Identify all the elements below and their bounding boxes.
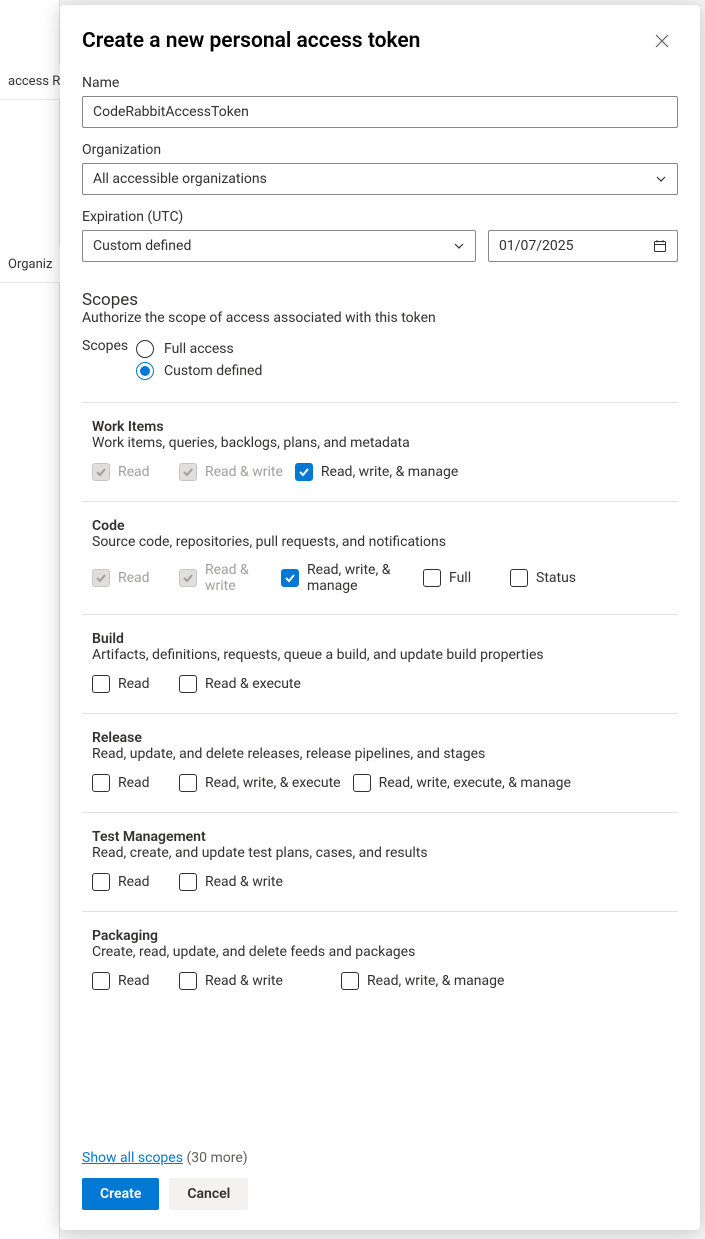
scope-group-work-items: Work Items Work items, queries, backlogs…: [82, 402, 678, 502]
scope-desc: Read, update, and delete releases, relea…: [92, 746, 668, 762]
option-label: Read: [118, 874, 150, 890]
checkbox-workitems-rw: [179, 463, 197, 481]
checkbox-test-rw[interactable]: [179, 873, 197, 891]
organization-label: Organization: [82, 142, 678, 158]
name-field-group: Name: [82, 75, 678, 128]
option-label: Read: [118, 676, 150, 692]
expiration-label: Expiration (UTC): [82, 209, 678, 225]
radio-full-access-label: Full access: [164, 341, 234, 357]
checkbox-workitems-rwm[interactable]: [295, 463, 313, 481]
create-token-modal: Create a new personal access token Name …: [60, 5, 700, 1230]
modal-title: Create a new personal access token: [82, 29, 420, 53]
show-all-scopes-link[interactable]: Show all scopes: [82, 1150, 183, 1166]
checkbox-test-read[interactable]: [92, 873, 110, 891]
scope-list: Work Items Work items, queries, backlogs…: [82, 402, 678, 1010]
radio-custom-defined-label: Custom defined: [164, 363, 262, 379]
checkbox-workitems-read: [92, 463, 110, 481]
option-label: Read & write: [205, 874, 283, 890]
scope-group-release: Release Read, update, and delete release…: [82, 714, 678, 813]
checkbox-packaging-read[interactable]: [92, 972, 110, 990]
name-label: Name: [82, 75, 678, 91]
scope-group-code: Code Source code, repositories, pull req…: [82, 502, 678, 615]
scopes-subheading: Authorize the scope of access associated…: [82, 310, 678, 326]
chevron-down-icon: [453, 240, 465, 252]
option-label: Read, write, & manage: [367, 973, 504, 989]
scope-desc: Read, create, and update test plans, cas…: [92, 845, 668, 861]
scope-group-test: Test Management Read, create, and update…: [82, 813, 678, 912]
option-label: Read & write: [205, 464, 283, 480]
scope-desc: Create, read, update, and delete feeds a…: [92, 944, 668, 960]
cancel-button[interactable]: Cancel: [169, 1178, 248, 1210]
create-button[interactable]: Create: [82, 1178, 159, 1210]
modal-header: Create a new personal access token: [82, 25, 678, 57]
option-label: Read & execute: [205, 676, 301, 692]
checkbox-code-status[interactable]: [510, 569, 528, 587]
expiration-field-group: Expiration (UTC) Custom defined 01/07/20…: [82, 209, 678, 262]
radio-full-access[interactable]: [136, 340, 154, 358]
expiration-date-value: 01/07/2025: [499, 238, 574, 254]
scope-desc: Source code, repositories, pull requests…: [92, 534, 668, 550]
option-label: Read, write, & execute: [205, 775, 341, 791]
checkbox-code-full[interactable]: [423, 569, 441, 587]
scopes-radio-group-label: Scopes: [82, 338, 128, 354]
scope-group-build: Build Artifacts, definitions, requests, …: [82, 615, 678, 714]
scope-group-packaging: Packaging Create, read, update, and dele…: [82, 912, 678, 1010]
organization-field-group: Organization All accessible organization…: [82, 142, 678, 195]
scope-desc: Artifacts, definitions, requests, queue …: [92, 647, 668, 663]
scope-title: Code: [92, 518, 668, 534]
option-label: Read: [118, 775, 150, 791]
close-button[interactable]: [646, 25, 678, 57]
scopes-heading: Scopes: [82, 290, 678, 310]
scope-title: Packaging: [92, 928, 668, 944]
option-label: Read: [118, 570, 150, 586]
option-label: Full: [449, 570, 471, 586]
checkbox-build-read[interactable]: [92, 675, 110, 693]
checkbox-release-rwem[interactable]: [353, 774, 371, 792]
expiration-date-input[interactable]: 01/07/2025: [488, 230, 678, 262]
button-row: Create Cancel: [82, 1178, 678, 1210]
organization-select[interactable]: All accessible organizations: [82, 163, 678, 195]
option-label: Read & write: [205, 562, 269, 594]
chevron-down-icon: [655, 173, 667, 185]
radio-custom-defined[interactable]: [136, 362, 154, 380]
checkbox-packaging-rwm[interactable]: [341, 972, 359, 990]
checkbox-code-read: [92, 569, 110, 587]
scope-title: Release: [92, 730, 668, 746]
scope-desc: Work items, queries, backlogs, plans, an…: [92, 435, 668, 451]
show-all-scopes-count: (30 more): [186, 1150, 247, 1166]
option-label: Status: [536, 570, 576, 586]
option-label: Read & write: [205, 973, 283, 989]
calendar-icon: [653, 239, 667, 253]
expiration-type-select[interactable]: Custom defined: [82, 230, 476, 262]
option-label: Read, write, execute, & manage: [379, 775, 571, 791]
name-input[interactable]: [82, 96, 678, 128]
page-backdrop: access RI Organiz: [0, 0, 60, 1239]
footer-link-row: Show all scopes (30 more): [82, 1138, 678, 1166]
checkbox-code-rw: [179, 569, 197, 587]
checkbox-build-re[interactable]: [179, 675, 197, 693]
option-label: Read, write, & manage: [307, 562, 411, 594]
option-label: Read, write, & manage: [321, 464, 458, 480]
scope-title: Build: [92, 631, 668, 647]
option-label: Read: [118, 973, 150, 989]
expiration-select-value: Custom defined: [93, 238, 191, 254]
scope-title: Work Items: [92, 419, 668, 435]
checkbox-release-read[interactable]: [92, 774, 110, 792]
scope-title: Test Management: [92, 829, 668, 845]
backdrop-text-2: Organiz: [0, 247, 60, 283]
checkbox-release-rwe[interactable]: [179, 774, 197, 792]
checkbox-packaging-rw[interactable]: [179, 972, 197, 990]
close-icon: [654, 33, 670, 49]
checkbox-code-rwm[interactable]: [281, 569, 299, 587]
backdrop-text-1: access RI: [0, 64, 60, 100]
organization-select-value: All accessible organizations: [93, 171, 267, 187]
option-label: Read: [118, 464, 150, 480]
